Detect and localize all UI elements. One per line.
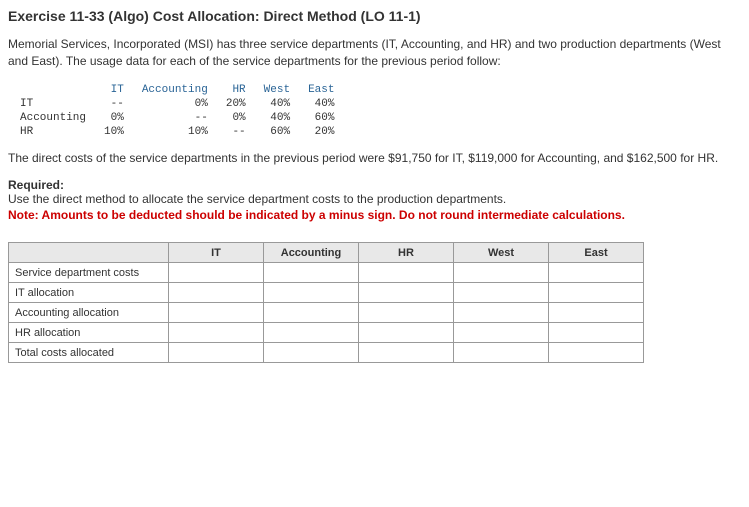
input-cell[interactable]: [169, 303, 264, 323]
usage-cell: --: [96, 98, 132, 110]
usage-hdr-east: East: [300, 84, 342, 96]
input-cell[interactable]: [264, 283, 359, 303]
input-cell[interactable]: [549, 283, 644, 303]
direct-costs-text: The direct costs of the service departme…: [8, 150, 741, 167]
usage-row-it: IT -- 0% 20% 40% 40%: [20, 98, 342, 110]
usage-row-label: Accounting: [20, 112, 94, 124]
input-cell[interactable]: [169, 343, 264, 363]
input-cell[interactable]: [549, 343, 644, 363]
usage-hdr-accounting: Accounting: [134, 84, 216, 96]
row-label-accounting-allocation: Accounting allocation: [9, 303, 169, 323]
table-row: Service department costs: [9, 263, 644, 283]
intro-paragraph: Memorial Services, Incorporated (MSI) ha…: [8, 36, 741, 70]
row-label-hr-allocation: HR allocation: [9, 323, 169, 343]
usage-cell: 0%: [134, 98, 216, 110]
usage-row-label: HR: [20, 126, 94, 138]
answer-hdr-east: East: [549, 243, 644, 263]
input-cell[interactable]: [549, 303, 644, 323]
input-cell[interactable]: [169, 263, 264, 283]
usage-cell: 60%: [300, 112, 342, 124]
input-cell[interactable]: [549, 323, 644, 343]
input-cell[interactable]: [359, 283, 454, 303]
input-cell[interactable]: [549, 263, 644, 283]
input-cell[interactable]: [264, 343, 359, 363]
note-text: Note: Amounts to be deducted should be i…: [8, 208, 741, 222]
usage-cell: 10%: [134, 126, 216, 138]
input-cell[interactable]: [169, 283, 264, 303]
usage-cell: 60%: [256, 126, 298, 138]
answer-hdr-accounting: Accounting: [264, 243, 359, 263]
input-cell[interactable]: [264, 263, 359, 283]
usage-cell: 0%: [218, 112, 254, 124]
usage-hdr-west: West: [256, 84, 298, 96]
table-row: HR allocation: [9, 323, 644, 343]
answer-hdr-hr: HR: [359, 243, 454, 263]
input-cell[interactable]: [454, 323, 549, 343]
input-cell[interactable]: [454, 283, 549, 303]
row-label-service-costs: Service department costs: [9, 263, 169, 283]
usage-hdr-blank: [20, 84, 94, 96]
usage-cell: 40%: [300, 98, 342, 110]
answer-table: IT Accounting HR West East Service depar…: [8, 242, 644, 363]
input-cell[interactable]: [359, 323, 454, 343]
usage-cell: --: [134, 112, 216, 124]
usage-row-hr: HR 10% 10% -- 60% 20%: [20, 126, 342, 138]
usage-table: IT Accounting HR West East IT -- 0% 20% …: [18, 82, 344, 140]
usage-row-accounting: Accounting 0% -- 0% 40% 60%: [20, 112, 342, 124]
answer-hdr-blank: [9, 243, 169, 263]
input-cell[interactable]: [264, 323, 359, 343]
usage-hdr-hr: HR: [218, 84, 254, 96]
row-label-it-allocation: IT allocation: [9, 283, 169, 303]
input-cell[interactable]: [359, 263, 454, 283]
usage-row-label: IT: [20, 98, 94, 110]
answer-hdr-west: West: [454, 243, 549, 263]
usage-cell: --: [218, 126, 254, 138]
usage-cell: 20%: [218, 98, 254, 110]
input-cell[interactable]: [454, 263, 549, 283]
required-text: Use the direct method to allocate the se…: [8, 192, 741, 206]
table-row: Accounting allocation: [9, 303, 644, 323]
table-row: IT allocation: [9, 283, 644, 303]
answer-hdr-it: IT: [169, 243, 264, 263]
input-cell[interactable]: [454, 343, 549, 363]
input-cell[interactable]: [454, 303, 549, 323]
required-label: Required:: [8, 178, 741, 192]
input-cell[interactable]: [169, 323, 264, 343]
exercise-title: Exercise 11-33 (Algo) Cost Allocation: D…: [8, 8, 741, 24]
input-cell[interactable]: [359, 343, 454, 363]
usage-cell: 0%: [96, 112, 132, 124]
input-cell[interactable]: [359, 303, 454, 323]
usage-cell: 10%: [96, 126, 132, 138]
usage-cell: 40%: [256, 112, 298, 124]
usage-cell: 20%: [300, 126, 342, 138]
table-row: Total costs allocated: [9, 343, 644, 363]
usage-hdr-it: IT: [96, 84, 132, 96]
row-label-total-allocated: Total costs allocated: [9, 343, 169, 363]
input-cell[interactable]: [264, 303, 359, 323]
usage-cell: 40%: [256, 98, 298, 110]
